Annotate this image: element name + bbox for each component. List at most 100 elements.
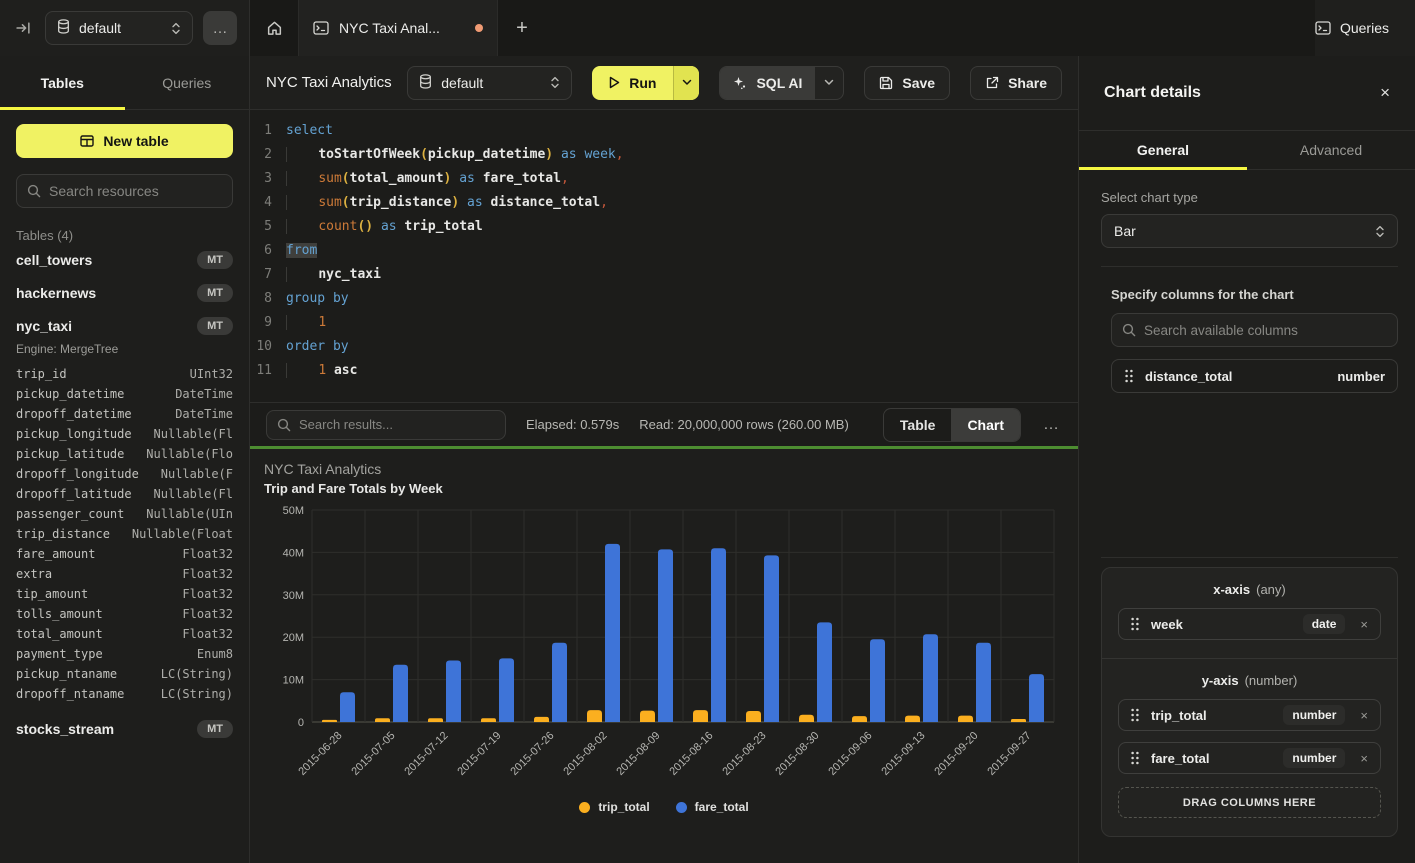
updown-chevron-icon bbox=[1375, 225, 1385, 238]
search-icon bbox=[1122, 323, 1136, 337]
code-line: 10order by bbox=[250, 335, 1078, 359]
x-axis-section: x-axis(any) weekdate× bbox=[1102, 568, 1397, 658]
y-axis-title: y-axis bbox=[1202, 673, 1239, 688]
svg-text:2015-07-26: 2015-07-26 bbox=[508, 730, 556, 778]
results-more-button[interactable]: … bbox=[1041, 416, 1062, 434]
sidebar-tab-queries[interactable]: Queries bbox=[125, 56, 250, 109]
chart-legend: trip_total fare_total bbox=[264, 800, 1064, 814]
legend-item[interactable]: fare_total bbox=[676, 800, 749, 814]
column-name: passenger_count bbox=[16, 507, 124, 521]
type-badge: date bbox=[1303, 614, 1346, 634]
save-button[interactable]: Save bbox=[864, 66, 950, 100]
collapse-sidebar-icon[interactable] bbox=[12, 17, 35, 39]
details-tab-advanced[interactable]: Advanced bbox=[1247, 131, 1415, 169]
column-row[interactable]: pickup_ntanameLC(String) bbox=[16, 664, 233, 684]
column-chip-week[interactable]: weekdate× bbox=[1118, 608, 1381, 640]
home-button[interactable] bbox=[250, 0, 298, 56]
resource-search-input[interactable] bbox=[16, 174, 233, 208]
results-search-input[interactable] bbox=[266, 410, 506, 440]
table-item[interactable]: cell_towersMT bbox=[16, 243, 233, 276]
search-icon bbox=[277, 418, 291, 432]
column-row[interactable]: pickup_latitudeNullable(Flo bbox=[16, 444, 233, 464]
column-row[interactable]: tolls_amountFloat32 bbox=[16, 604, 233, 624]
code-line: 11 1 asc bbox=[250, 359, 1078, 383]
table-name: stocks_stream bbox=[16, 721, 114, 737]
column-row[interactable]: pickup_longitudeNullable(Fl bbox=[16, 424, 233, 444]
table-item[interactable]: hackernewsMT bbox=[16, 276, 233, 309]
column-row[interactable]: dropoff_latitudeNullable(Fl bbox=[16, 484, 233, 504]
column-type: Nullable(Fl bbox=[154, 487, 233, 501]
column-chip-fare_total[interactable]: fare_totalnumber× bbox=[1118, 742, 1381, 774]
svg-text:2015-08-16: 2015-08-16 bbox=[667, 730, 715, 778]
remove-icon[interactable]: × bbox=[1356, 617, 1372, 632]
remove-icon[interactable]: × bbox=[1356, 708, 1372, 723]
table-item[interactable]: stocks_stream MT bbox=[16, 712, 233, 745]
svg-text:10M: 10M bbox=[283, 675, 304, 687]
sql-ai-button[interactable]: SQL AI bbox=[720, 67, 815, 99]
tab-nyc-taxi-analytics[interactable]: NYC Taxi Anal... bbox=[298, 0, 498, 56]
sidebar-tab-tables[interactable]: Tables bbox=[0, 56, 125, 109]
column-chip-distance_total[interactable]: distance_totalnumber bbox=[1111, 359, 1398, 393]
resource-search bbox=[16, 174, 233, 208]
run-options-button[interactable] bbox=[673, 66, 699, 100]
sidebar-more-button[interactable]: … bbox=[203, 11, 237, 45]
column-row[interactable]: fare_amountFloat32 bbox=[16, 544, 233, 564]
column-row[interactable]: dropoff_ntanameLC(String) bbox=[16, 684, 233, 704]
column-row[interactable]: extraFloat32 bbox=[16, 564, 233, 584]
column-type: Float32 bbox=[182, 627, 233, 641]
chart-view-button[interactable]: Chart bbox=[951, 409, 1020, 441]
column-row[interactable]: total_amount Float32 bbox=[16, 624, 233, 644]
code-line: 1select bbox=[250, 119, 1078, 143]
column-row[interactable]: payment_typeEnum8 bbox=[16, 644, 233, 664]
new-table-button[interactable]: New table bbox=[16, 124, 233, 158]
code-line: 3 sum(total_amount) as fare_total, bbox=[250, 167, 1078, 191]
updown-chevron-icon bbox=[171, 22, 181, 35]
engine-badge: MT bbox=[197, 720, 233, 738]
column-row[interactable]: pickup_datetimeDateTime bbox=[16, 384, 233, 404]
table-item[interactable]: nyc_taxiMT bbox=[16, 309, 233, 342]
legend-item[interactable]: trip_total bbox=[579, 800, 649, 814]
svg-text:2015-09-20: 2015-09-20 bbox=[932, 730, 980, 778]
close-icon[interactable]: × bbox=[1380, 83, 1390, 103]
column-name: fare_amount bbox=[16, 547, 95, 561]
column-search-input[interactable] bbox=[1111, 313, 1398, 347]
table-view-button[interactable]: Table bbox=[884, 409, 952, 441]
type-label: number bbox=[1337, 369, 1385, 384]
type-badge: number bbox=[1283, 705, 1345, 725]
column-row[interactable]: trip_idUInt32 bbox=[16, 364, 233, 384]
column-row[interactable]: passenger_countNullable(UIn bbox=[16, 504, 233, 524]
toolbar-database-selector[interactable]: default bbox=[407, 66, 572, 100]
database-selector[interactable]: default bbox=[45, 11, 193, 45]
svg-text:2015-06-28: 2015-06-28 bbox=[296, 730, 344, 778]
queries-button[interactable]: Queries bbox=[1315, 20, 1389, 36]
run-button[interactable]: Run bbox=[592, 66, 673, 100]
column-row[interactable]: dropoff_datetime DateTime bbox=[16, 404, 233, 424]
column-type: Nullable(Flo bbox=[146, 447, 233, 461]
results-toolbar: Elapsed: 0.579s Read: 20,000,000 rows (2… bbox=[250, 402, 1078, 446]
database-icon bbox=[419, 74, 432, 92]
column-row[interactable]: trip_distanceNullable(Float bbox=[16, 524, 233, 544]
column-row[interactable]: tip_amountFloat32 bbox=[16, 584, 233, 604]
column-chip-trip_total[interactable]: trip_totalnumber× bbox=[1118, 699, 1381, 731]
drop-zone[interactable]: DRAG COLUMNS HERE bbox=[1118, 787, 1381, 818]
query-tab-icon bbox=[313, 21, 329, 35]
chart-type-select[interactable]: Bar bbox=[1101, 214, 1398, 248]
share-button[interactable]: Share bbox=[970, 66, 1062, 100]
column-type: DateTime bbox=[175, 387, 233, 401]
column-row[interactable]: dropoff_longitudeNullable(F bbox=[16, 464, 233, 484]
details-tab-general[interactable]: General bbox=[1079, 131, 1247, 169]
sql-editor[interactable]: 1select2 toStartOfWeek(pickup_datetime) … bbox=[250, 110, 1078, 402]
remove-icon[interactable]: × bbox=[1356, 751, 1372, 766]
new-tab-button[interactable]: + bbox=[498, 0, 546, 56]
queries-icon bbox=[1315, 21, 1331, 35]
column-type: DateTime bbox=[175, 407, 233, 421]
sql-ai-options-button[interactable] bbox=[815, 67, 843, 99]
query-title: NYC Taxi Analytics bbox=[266, 74, 392, 91]
drag-handle-icon bbox=[1130, 708, 1140, 722]
chart-details-panel: Chart details × General Advanced Select … bbox=[1078, 56, 1415, 863]
play-icon bbox=[609, 76, 620, 89]
code-line: 6from bbox=[250, 239, 1078, 263]
column-name: total_amount bbox=[16, 627, 103, 641]
table-list: cell_towersMThackernewsMTnyc_taxiMTEngin… bbox=[16, 243, 233, 745]
column-name: dropoff_datetime bbox=[16, 407, 132, 421]
